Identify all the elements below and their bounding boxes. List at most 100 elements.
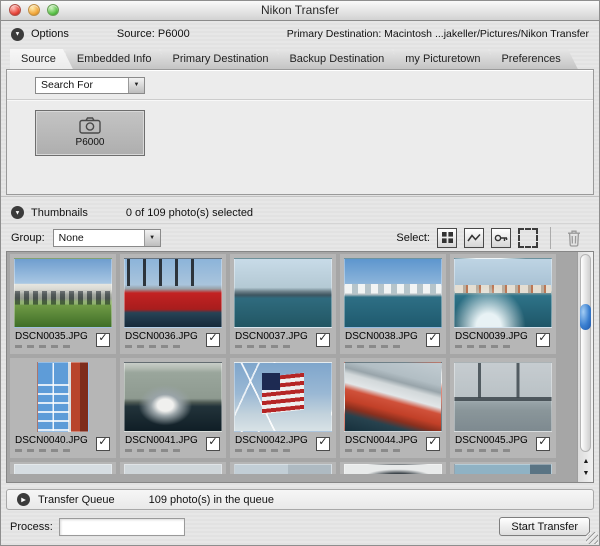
- select-protected-button[interactable]: [491, 227, 511, 248]
- attribute-dashes: [15, 449, 71, 452]
- attribute-dashes: [15, 345, 71, 348]
- queue-disclosure-button[interactable]: ▶: [17, 493, 30, 506]
- process-field[interactable]: [58, 517, 185, 536]
- source-summary: Source: P6000: [116, 28, 190, 40]
- checkmark-icon: ✓: [428, 332, 438, 344]
- attribute-dashes: [125, 449, 181, 452]
- minimize-button[interactable]: [28, 4, 40, 16]
- tab-preferences[interactable]: Preferences: [490, 49, 577, 69]
- device-area: P6000: [7, 101, 593, 156]
- photo-thumbnail[interactable]: [454, 362, 552, 432]
- photo-checkbox[interactable]: ✓: [316, 436, 330, 451]
- delete-button[interactable]: [563, 227, 585, 249]
- scroll-up-arrow-icon[interactable]: ▲: [583, 456, 590, 468]
- photo-thumbnail[interactable]: [234, 362, 332, 432]
- thumbnail-cell-partial[interactable]: [120, 462, 226, 474]
- thumbnails-disclosure-button[interactable]: ▼: [11, 206, 24, 219]
- thumbnail-cell[interactable]: DSCN0039.JPG ✓: [450, 254, 556, 354]
- thumbnail-cell-partial[interactable]: [340, 462, 446, 474]
- footer-row: Process: Start Transfer: [1, 517, 599, 536]
- primary-destination-summary: Primary Destination: Macintosh ...jakell…: [286, 28, 589, 40]
- vertical-scrollbar[interactable]: ▲ ▼: [577, 252, 593, 482]
- tab-my-picturetown[interactable]: my Picturetown: [394, 49, 497, 69]
- checkmark-icon: ✓: [428, 436, 438, 448]
- photo-filename: DSCN0042.JPG: [235, 435, 308, 446]
- photo-thumbnail[interactable]: [124, 258, 222, 328]
- thumbnail-cell[interactable]: DSCN0042.JPG ✓: [230, 358, 336, 458]
- checkmark-icon: ✓: [208, 332, 218, 344]
- options-tab-bar: Source Embedded Info Primary Destination…: [1, 47, 599, 69]
- photo-checkbox[interactable]: ✓: [206, 332, 220, 347]
- tab-primary-destination[interactable]: Primary Destination: [161, 49, 285, 69]
- group-dropdown[interactable]: None ▼: [52, 228, 161, 247]
- options-label: Options: [31, 28, 69, 40]
- checkmark-icon: ✓: [98, 436, 108, 448]
- checkmark-icon: ✓: [318, 436, 328, 448]
- photo-checkbox[interactable]: ✓: [536, 332, 550, 347]
- photo-thumbnail[interactable]: [37, 362, 89, 432]
- photo-checkbox[interactable]: ✓: [96, 332, 110, 347]
- tab-embedded-info[interactable]: Embedded Info: [66, 49, 169, 69]
- photo-checkbox[interactable]: ✓: [316, 332, 330, 347]
- triangle-down-icon: ▼: [149, 234, 156, 241]
- thumbnail-cell[interactable]: DSCN0041.JPG ✓: [120, 358, 226, 458]
- titlebar[interactable]: Nikon Transfer: [1, 1, 599, 21]
- photo-filename: DSCN0040.JPG: [15, 435, 88, 446]
- start-transfer-button[interactable]: Start Transfer: [499, 517, 590, 536]
- options-bar: ▼ Options Source: P6000 Primary Destinat…: [1, 21, 599, 47]
- select-all-button[interactable]: [437, 227, 457, 248]
- device-button-p6000[interactable]: P6000: [35, 109, 145, 156]
- attribute-dashes: [455, 345, 511, 348]
- thumbnail-cell[interactable]: DSCN0038.JPG ✓: [340, 254, 446, 354]
- checkmark-icon: ✓: [98, 332, 108, 344]
- checkmark-icon: ✓: [208, 436, 218, 448]
- resize-grip[interactable]: [586, 532, 598, 544]
- select-label: Select:: [396, 231, 430, 244]
- select-protected-icon: [494, 234, 508, 241]
- tab-source[interactable]: Source: [10, 49, 73, 69]
- trash-icon: [568, 230, 580, 247]
- thumbnail-cell[interactable]: DSCN0045.JPG ✓: [450, 358, 556, 458]
- thumbnail-cell[interactable]: DSCN0044.JPG ✓: [340, 358, 446, 458]
- photo-filename: DSCN0044.JPG: [345, 435, 418, 446]
- photo-thumbnail[interactable]: [454, 258, 552, 328]
- thumbnail-cell-partial[interactable]: [450, 462, 556, 474]
- photo-checkbox[interactable]: ✓: [96, 436, 110, 451]
- thumbnail-cell-partial[interactable]: [10, 462, 116, 474]
- photo-checkbox[interactable]: ✓: [206, 436, 220, 451]
- photo-thumbnail[interactable]: [344, 362, 442, 432]
- close-button[interactable]: [9, 4, 21, 16]
- scroll-down-arrow-icon[interactable]: ▼: [583, 468, 590, 480]
- scrollbar-thumb[interactable]: [580, 304, 591, 330]
- photo-thumbnail[interactable]: [344, 258, 442, 328]
- tab-backup-destination[interactable]: Backup Destination: [278, 49, 401, 69]
- photo-thumbnail[interactable]: [234, 258, 332, 328]
- thumbnail-cell[interactable]: DSCN0035.JPG ✓: [10, 254, 116, 354]
- transfer-queue-bar: ▶ Transfer Queue 109 photo(s) in the que…: [6, 489, 594, 510]
- select-marked-button[interactable]: [464, 227, 484, 248]
- zoom-button[interactable]: [47, 4, 59, 16]
- attribute-dashes: [235, 449, 291, 452]
- select-all-icon: [441, 232, 453, 243]
- thumbnails-label: Thumbnails: [31, 206, 88, 219]
- thumbnail-cell[interactable]: DSCN0036.JPG ✓: [120, 254, 226, 354]
- group-select-row: Group: None ▼ Select:: [1, 224, 599, 251]
- thumbnail-row: DSCN0040.JPG ✓ DSCN0041.JPG ✓ DSCN0042.J…: [10, 358, 577, 458]
- photo-thumbnail[interactable]: [124, 362, 222, 432]
- photo-thumbnail[interactable]: [14, 258, 112, 328]
- scrollbar-track[interactable]: [580, 254, 591, 452]
- photo-checkbox[interactable]: ✓: [426, 332, 440, 347]
- photo-checkbox[interactable]: ✓: [426, 436, 440, 451]
- photo-checkbox[interactable]: ✓: [536, 436, 550, 451]
- dropdown-arrow-icon: ▼: [128, 77, 144, 93]
- select-marked-icon: [467, 233, 481, 241]
- thumbnail-cell[interactable]: DSCN0037.JPG ✓: [230, 254, 336, 354]
- transfer-queue-label: Transfer Queue: [38, 493, 115, 506]
- thumbnail-cell[interactable]: DSCN0040.JPG ✓: [10, 358, 116, 458]
- triangle-right-icon: ▶: [21, 497, 26, 503]
- thumbnail-cell-partial[interactable]: [230, 462, 336, 474]
- deselect-all-button[interactable]: [518, 227, 538, 248]
- options-disclosure-button[interactable]: ▼: [11, 27, 24, 41]
- photo-filename: DSCN0038.JPG: [345, 331, 418, 342]
- search-for-dropdown[interactable]: Search For ▼: [35, 76, 145, 94]
